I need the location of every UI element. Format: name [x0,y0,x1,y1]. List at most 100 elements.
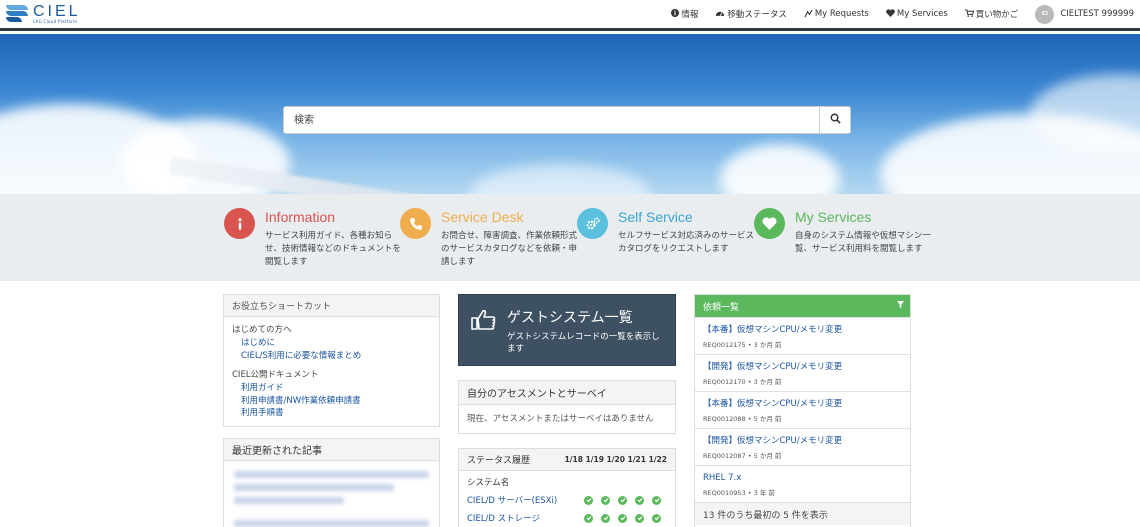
check-icon [652,513,661,523]
request-meta: REQ0012175 • 3 か月 前 [703,341,782,349]
category-title: Information [265,209,336,225]
search-input[interactable] [284,107,819,133]
request-icon [804,9,813,20]
request-title[interactable]: RHEL 7.x [703,473,902,484]
request-item[interactable]: 【本番】仮想マシンCPU/メモリ変更 REQ0012088 • 5 か月 前 [695,391,910,428]
check-icon [635,495,644,505]
category-my-services[interactable]: My Services 自身のシステム情報や仮想マシン一覧、サービス利用料を閲覧… [754,208,935,256]
panel-title: ステータス履歴 [467,456,531,466]
shortcuts-panel: お役立ちショートカット はじめての方へ はじめに CIEL/S利用に必要な情報ま… [223,294,440,427]
request-meta: REQ0012170 • 3 か月 前 [703,378,782,386]
category-title: Service Desk [441,209,524,225]
assessment-empty-text: 現在、アセスメントまたはサーベイはありません [467,414,654,424]
category-desc: サービス利用ガイド、各種お知らせ、技術情報などのドキュメントを閲覧します [265,231,402,267]
check-icon [601,495,610,505]
category-information[interactable]: Information サービス利用ガイド、各種お知らせ、技術情報などのドキュメ… [224,208,405,269]
check-icon [601,513,610,523]
user-menu[interactable]: CI CIELTEST 999999 [1035,4,1134,24]
hero-banner [0,34,1140,194]
nav-status[interactable]: 移動ステータス [715,8,787,20]
status-col-header: システム名 [467,473,667,491]
article-item-blurred[interactable] [234,520,429,527]
category-title: Self Service [618,209,693,225]
nav-my-services-label: My Services [896,9,948,19]
shortcut-group-label: はじめての方へ [232,325,292,335]
guest-card-desc: ゲストシステムレコードの一覧を表示します [507,332,660,354]
check-icon [584,495,593,505]
request-title[interactable]: 【本番】仮想マシンCPU/メモリ変更 [703,399,902,410]
search-bar [283,106,851,134]
gears-icon [577,208,608,239]
requests-panel: 依頼一覧 【本番】仮想マシンCPU/メモリ変更 REQ0012175 • 3 か… [694,294,911,527]
check-icon [652,495,661,505]
shortcut-link[interactable]: はじめに [224,337,439,350]
avatar: CI [1035,4,1055,24]
nav-my-services[interactable]: My Services [886,9,948,19]
nav-my-requests-label: My Requests [814,9,869,19]
status-dates: 1/18 1/19 1/20 1/21 1/22 [564,455,667,464]
article-item-blurred[interactable] [234,484,394,491]
info-icon [671,9,680,19]
nav-cart[interactable]: 買い物かご [964,8,1019,20]
nav-cart-label: 買い物かご [975,10,1019,20]
panel-title: お役立ちショートカット [224,295,439,317]
request-item[interactable]: 【開発】仮想マシンCPU/メモリ変更 REQ0012170 • 3 か月 前 [695,354,910,391]
requests-header: 依頼一覧 [695,295,910,317]
category-desc: お問合せ、障害調査、作業依頼形式のサービスカタログなどを依頼・申請します [441,231,578,267]
request-title[interactable]: 【本番】仮想マシンCPU/メモリ変更 [703,325,902,336]
recent-articles-panel: 最近更新された記事 [223,438,440,527]
guest-card-title: ゲストシステム一覧 [507,309,633,325]
status-row: CIEL/D サーバー(ESXi) [467,491,667,509]
cart-icon [964,9,974,19]
status-col-label: システム名 [467,478,510,488]
check-icon [618,513,627,523]
request-title[interactable]: 【開発】仮想マシンCPU/メモリ変更 [703,436,902,447]
nav-my-requests[interactable]: My Requests [804,9,869,20]
status-row: CIEL/D ストレージ [467,509,667,527]
hand-pointer-icon [470,309,496,334]
user-name: CIELTEST 999999 [1060,9,1134,19]
logo-subtitle: LAG Cloud Platform [33,19,78,24]
status-header: ステータス履歴 1/18 1/19 1/20 1/21 1/22 [459,449,675,471]
nav-status-label: 移動ステータス [727,10,787,20]
shortcut-link[interactable]: 利用申請書/NW作業依頼申請書 [224,395,439,408]
panel-title: 自分のアセスメントとサーベイ [459,381,675,405]
category-band: Information サービス利用ガイド、各種お知らせ、技術情報などのドキュメ… [0,194,1140,281]
request-item[interactable]: RHEL 7.x REQ0010953 • 3 年 前 [695,465,910,502]
assessment-panel: 自分のアセスメントとサーベイ 現在、アセスメントまたはサーベイはありません [458,380,676,434]
panel-title: 依頼一覧 [703,302,740,313]
request-meta: REQ0010953 • 3 年 前 [703,489,775,497]
check-icon [584,513,593,523]
check-icon [635,513,644,523]
top-navbar: CIEL LAG Cloud Platform 情報 移動ステータス My Re… [0,0,1140,31]
request-item[interactable]: 【本番】仮想マシンCPU/メモリ変更 REQ0012175 • 3 か月 前 [695,317,910,354]
shortcut-link[interactable]: CIEL/S利用に必要な情報まとめ [224,350,439,363]
category-desc: セルフサービス対応済みのサービスカタログをリクエストします [618,231,755,254]
request-title[interactable]: 【開発】仮想マシンCPU/メモリ変更 [703,362,902,373]
panel-title: 最近更新された記事 [224,439,439,461]
shortcut-group-label: CIEL公開ドキュメント [232,370,319,380]
request-item[interactable]: 【開発】仮想マシンCPU/メモリ変更 REQ0012087 • 5 か月 前 [695,428,910,465]
filter-icon[interactable] [897,301,904,311]
shortcut-link[interactable]: 利用ガイド [224,382,439,395]
requests-footer: 13 件のうち最初の 5 件を表示 [695,502,910,525]
check-icon [618,495,627,505]
logo-title: CIEL [33,3,81,20]
status-system-link[interactable]: CIEL/D サーバー(ESXi) [467,494,584,506]
heart-icon [886,9,895,19]
category-self-service[interactable]: Self Service セルフサービス対応済みのサービスカタログをリクエストし… [577,208,758,256]
category-desc: 自身のシステム情報や仮想マシン一覧、サービス利用料を閲覧します [795,231,931,254]
shortcut-link[interactable]: 利用手順書 [224,407,439,420]
article-item-blurred[interactable] [234,497,344,504]
status-system-link[interactable]: CIEL/D ストレージ [467,512,584,524]
category-service-desk[interactable]: Service Desk お問合せ、障害調査、作業依頼形式のサービスカタログなど… [400,208,581,269]
heart-icon [754,208,785,239]
category-title: My Services [795,209,872,225]
nav-info[interactable]: 情報 [671,8,698,20]
search-button[interactable] [819,107,850,133]
ciel-logo[interactable]: CIEL LAG Cloud Platform [6,3,81,24]
request-meta: REQ0012088 • 5 か月 前 [703,415,782,423]
article-item-blurred[interactable] [234,471,429,478]
guest-system-card[interactable]: ゲストシステム一覧 ゲストシステムレコードの一覧を表示します [458,294,676,366]
nav-info-label: 情報 [681,10,699,20]
